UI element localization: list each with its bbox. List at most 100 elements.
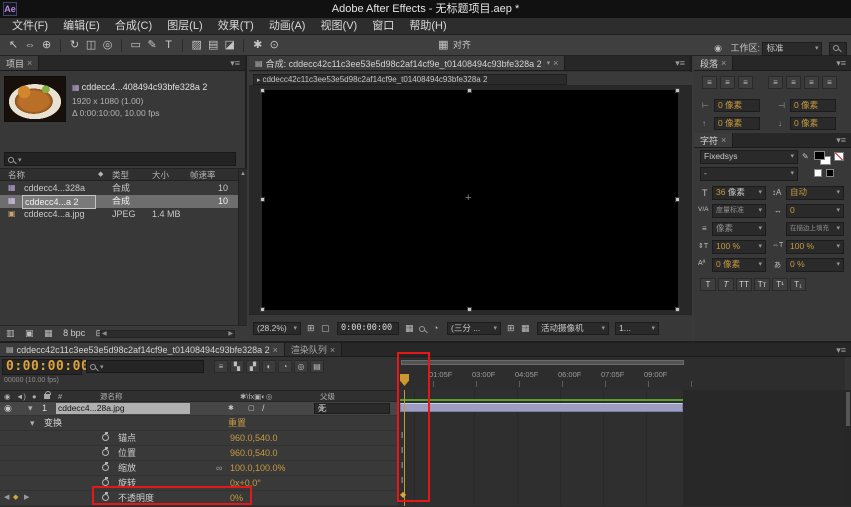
new-composition-icon[interactable]: ▦: [44, 328, 53, 338]
comp-mini-flowchart-icon[interactable]: ≡: [214, 360, 228, 373]
project-search-field[interactable]: ▾: [4, 152, 236, 166]
type-tool[interactable]: T: [162, 35, 176, 55]
tab-paragraph[interactable]: 段落 ×: [694, 56, 733, 70]
reset-link[interactable]: 重置: [228, 416, 246, 430]
source-name-column-header[interactable]: 源名称: [100, 391, 123, 402]
close-icon[interactable]: ×: [721, 135, 726, 145]
view-layout-dropdown[interactable]: 1...▾: [615, 322, 659, 335]
selection-handle[interactable]: [675, 197, 680, 202]
align-center-button[interactable]: ≡: [720, 76, 735, 89]
panel-menu-icon[interactable]: ▾≡: [831, 343, 851, 356]
composition-viewer[interactable]: +: [249, 86, 692, 314]
timeline-layer-row[interactable]: ◉ ▾ 1 cddecc4...28a.jpg ✱ ▢ / ◎ 无▾: [0, 402, 398, 416]
twirl-down-icon[interactable]: ▾: [28, 402, 33, 415]
menu-composition[interactable]: 合成(C): [109, 18, 158, 34]
vertical-scale-field[interactable]: 100 %▾: [712, 240, 766, 254]
workspace-dropdown[interactable]: 标准▾: [762, 42, 822, 56]
shape-tool[interactable]: ▭: [129, 35, 143, 55]
panel-menu-icon[interactable]: ▾≡: [831, 133, 851, 147]
timeline-search-field[interactable]: ▾: [86, 360, 204, 373]
project-row-footage-jpg[interactable]: ▣ cddecc4...a.jpg JPEG 1.4 MB: [0, 208, 238, 221]
stroke-width-field[interactable]: 像素▾: [712, 222, 766, 236]
column-header-favorite-icon[interactable]: ◆: [98, 169, 103, 181]
property-row-anchor-point[interactable]: 锚点 960.0,540.0: [0, 431, 398, 446]
menu-effect[interactable]: 效果(T): [212, 18, 260, 34]
unified-camera-tool[interactable]: ◫: [84, 35, 98, 55]
space-after-field[interactable]: 0 像素: [790, 117, 836, 130]
menu-file[interactable]: 文件(F): [6, 18, 54, 34]
project-list-scrollbar[interactable]: ▲: [238, 169, 247, 325]
selection-handle[interactable]: [260, 88, 265, 93]
snapshot-icon[interactable]: ▦: [405, 323, 414, 334]
timeline-vertical-scrollbar[interactable]: [845, 390, 851, 506]
previous-keyframe-icon[interactable]: ◀: [4, 491, 9, 505]
indent-left-field[interactable]: 0 像素: [714, 99, 760, 112]
panel-menu-icon[interactable]: ▾≡: [225, 56, 245, 70]
panel-menu-icon[interactable]: ▾≡: [831, 56, 851, 70]
hand-tool[interactable]: ⇔: [23, 35, 37, 55]
channel-icon[interactable]: ◔: [433, 323, 438, 333]
tracking-field[interactable]: 0▾: [786, 204, 844, 218]
no-fill-swatch[interactable]: [834, 152, 844, 161]
column-header-name[interactable]: 名称: [8, 169, 25, 181]
current-time-field[interactable]: 0:00:00:00: [337, 322, 399, 335]
eraser-tool[interactable]: ◪: [223, 35, 237, 55]
resolution-dropdown[interactable]: (三分 ...▾: [447, 322, 501, 335]
quality-slash-icon[interactable]: /: [262, 402, 265, 415]
active-camera-dropdown[interactable]: 活动摄像机▾: [537, 322, 609, 335]
menu-layer[interactable]: 图层(L): [161, 18, 208, 34]
tab-project[interactable]: 项目 ×: [0, 56, 39, 70]
black-swatch[interactable]: [826, 169, 834, 177]
chevron-down-icon[interactable]: ▾: [547, 59, 551, 67]
align-left-button[interactable]: ≡: [702, 76, 717, 89]
layer-name-field[interactable]: cddecc4...28a.jpg: [56, 403, 190, 414]
align-right-button[interactable]: ≡: [738, 76, 753, 89]
project-row-comp-1[interactable]: ▦ cddecc4...328a 合成 10: [0, 182, 238, 195]
scroll-left-icon[interactable]: ◀: [102, 331, 107, 337]
tab-composition[interactable]: ▤ 合成: cddecc42c11c3ee53e5d98c2af14cf9e_t…: [249, 56, 565, 70]
indent-right-field[interactable]: 0 像素: [790, 99, 836, 112]
menu-animation[interactable]: 动画(A): [263, 18, 312, 34]
layer-duration-bar[interactable]: [400, 403, 683, 412]
all-caps-button[interactable]: TT: [736, 278, 752, 291]
faux-italic-button[interactable]: T: [718, 278, 734, 291]
breadcrumb[interactable]: ▸ cddecc42c11c3ee53e5d98c2af14cf9e_t0140…: [253, 74, 567, 85]
stroke-fill-dropdown[interactable]: 在描边上填充▾: [786, 222, 844, 236]
collapse-transformations-icon[interactable]: ✱: [228, 402, 234, 415]
tab-timeline-composition[interactable]: ▤ cddecc42c11c3ee53e5d98c2af14cf9e_t0140…: [0, 343, 285, 356]
subscript-button[interactable]: T₁: [790, 278, 806, 291]
keyframe-indicator-icon[interactable]: ◆: [13, 491, 18, 505]
transform-group-row[interactable]: ▾ 变换 重置: [0, 416, 398, 431]
region-of-interest-icon[interactable]: ⊞: [507, 323, 515, 334]
small-caps-button[interactable]: Tт: [754, 278, 770, 291]
transparency-grid-icon[interactable]: ▦: [521, 323, 530, 334]
horizontal-scale-field[interactable]: 100 %▾: [786, 240, 844, 254]
panel-menu-icon[interactable]: ▾≡: [670, 56, 690, 70]
font-size-field[interactable]: 36 像素▾: [712, 186, 766, 200]
column-header-size[interactable]: 大小: [152, 169, 169, 181]
project-horizontal-scrollbar[interactable]: ◀ ▶: [100, 330, 235, 338]
brush-tool[interactable]: ▨: [190, 35, 204, 55]
tab-character[interactable]: 字符 ×: [694, 133, 733, 147]
current-time-display[interactable]: 0:00:00:00: [2, 359, 82, 375]
tsume-field[interactable]: 0 %▾: [786, 258, 844, 272]
grid-guides-icon[interactable]: ⊞: [307, 323, 315, 334]
next-keyframe-icon[interactable]: ▶: [24, 491, 29, 505]
menu-view[interactable]: 视图(V): [315, 18, 364, 34]
draft-3d-icon[interactable]: ▚: [230, 360, 244, 373]
show-snapshot-icon[interactable]: [419, 323, 427, 333]
baseline-shift-field[interactable]: 0 像素▾: [712, 258, 766, 272]
new-folder-icon[interactable]: ▣: [25, 328, 34, 338]
superscript-button[interactable]: T¹: [772, 278, 788, 291]
puppet-pin-tool[interactable]: ⊙: [267, 35, 281, 55]
timeline-ruler[interactable]: 01:05F 03:00F 04:05F 06:00F 07:05F 09:00…: [398, 357, 845, 390]
scroll-right-icon[interactable]: ▶: [228, 331, 233, 337]
justify-all-button[interactable]: ≡: [822, 76, 837, 89]
menu-help[interactable]: 帮助(H): [403, 18, 452, 34]
close-icon[interactable]: ×: [721, 58, 726, 68]
parent-column-header[interactable]: 父级: [320, 391, 335, 402]
font-style-dropdown[interactable]: -▾: [700, 167, 798, 181]
eyedropper-icon[interactable]: ✎: [802, 152, 809, 161]
motion-blur-icon[interactable]: ◔: [278, 360, 292, 373]
selection-handle[interactable]: [675, 88, 680, 93]
